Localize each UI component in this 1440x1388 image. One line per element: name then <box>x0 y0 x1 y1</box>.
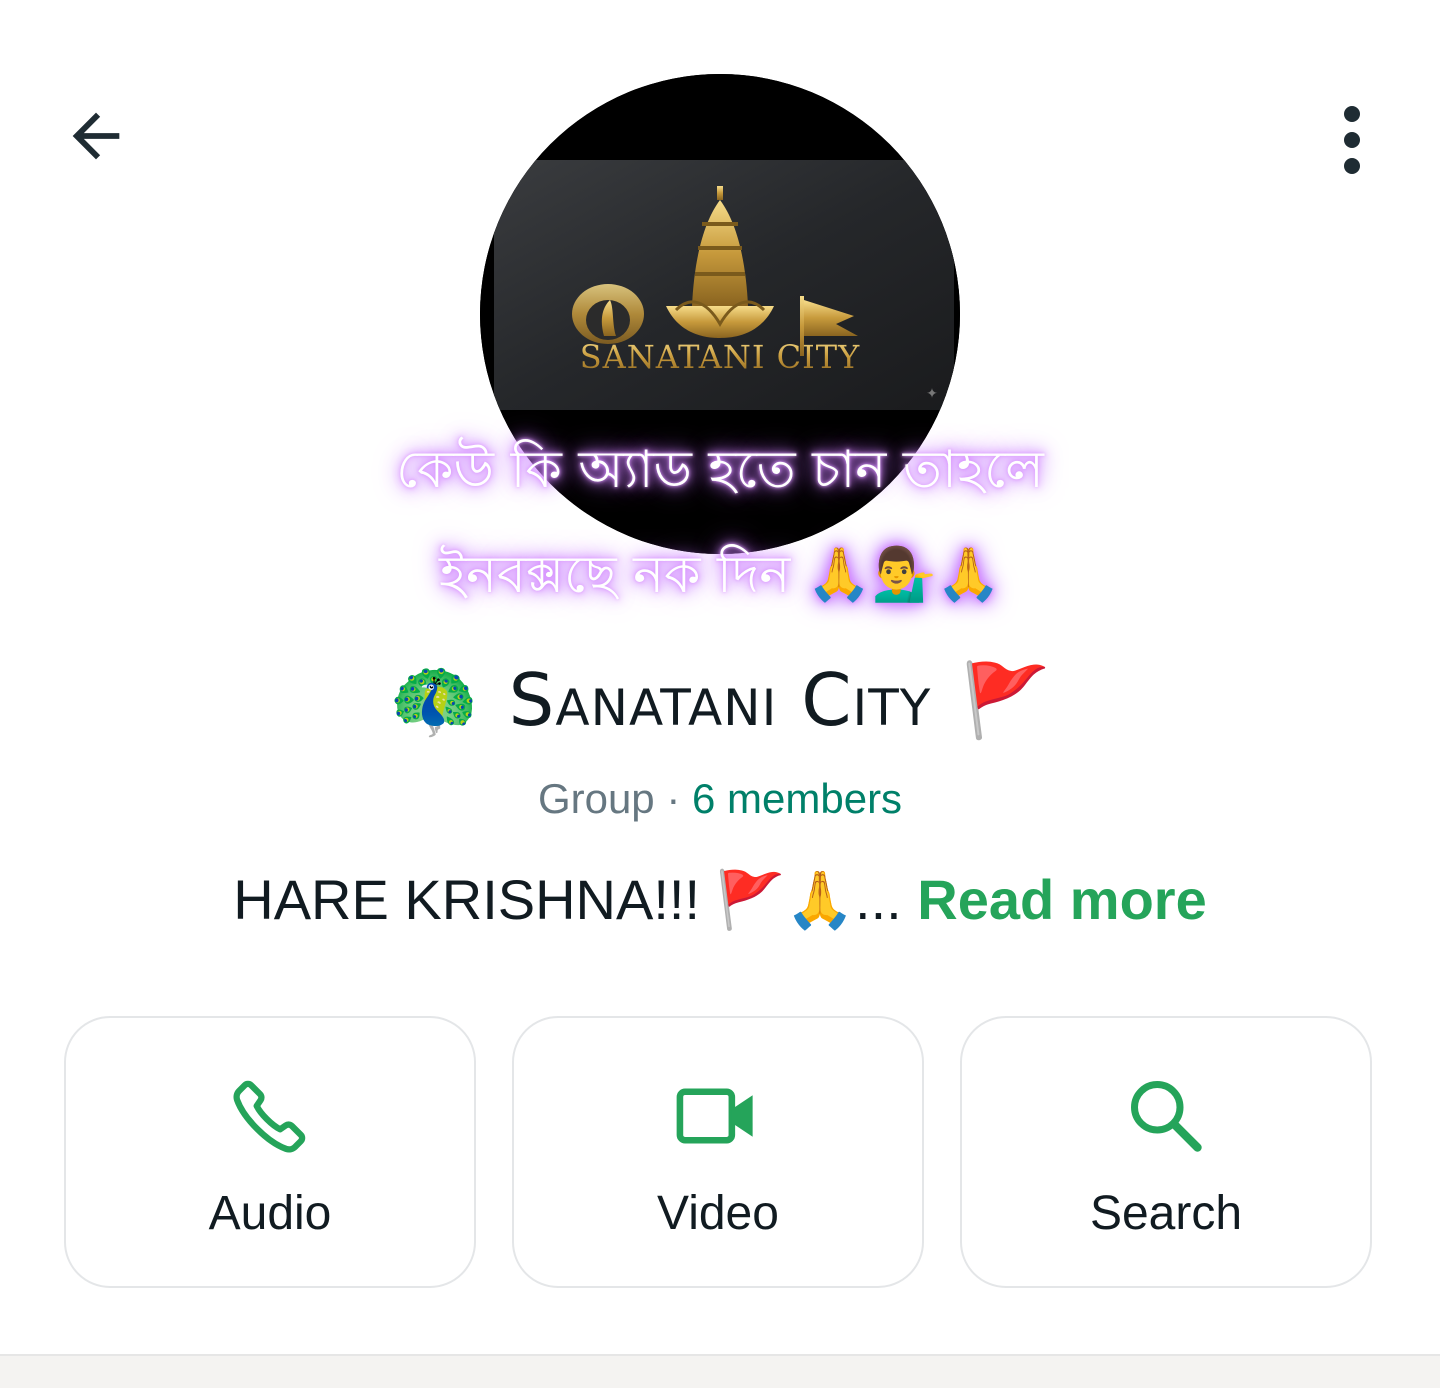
overlay-caption-line-2: ইনবক্সছে নক দিন 🙏💁‍♂️🙏 <box>438 545 1002 605</box>
section-divider <box>0 1354 1440 1388</box>
overlay-caption-line-1: কেউ কি অ্যাড হতে চান তাহলে <box>396 440 1044 500</box>
flag-emoji: 🚩 <box>961 660 1051 741</box>
audio-call-button[interactable]: Audio <box>64 1016 476 1288</box>
more-options-button[interactable] <box>1304 88 1400 192</box>
audio-label: Audio <box>208 1187 332 1240</box>
group-title[interactable]: 🦚 Sanatani City 🚩 <box>0 652 1440 748</box>
group-name: Sanatani City <box>508 658 932 742</box>
search-button[interactable]: Search <box>960 1016 1372 1288</box>
more-vertical-icon <box>1344 106 1360 174</box>
group-subtitle: Group · 6 members <box>0 772 1440 826</box>
logo-text: SANATANI CITY <box>580 338 861 376</box>
back-button[interactable] <box>48 88 144 184</box>
svg-text:✦: ✦ <box>926 386 938 402</box>
group-type-label: Group <box>537 775 655 822</box>
phone-icon <box>233 1080 306 1153</box>
members-count-link[interactable]: 6 members <box>692 775 902 822</box>
peacock-emblem <box>572 284 644 344</box>
arrow-left-icon <box>72 112 120 160</box>
video-label: Video <box>657 1187 779 1240</box>
read-more-link[interactable]: Read more <box>917 868 1206 931</box>
search-label: Search <box>1089 1187 1243 1240</box>
search-icon <box>1131 1081 1202 1152</box>
video-camera-icon <box>676 1088 753 1144</box>
group-info-screen: SANATANI CITY ✦ কেউ কি অ্যাড হতে চান তাহ… <box>0 0 1440 1388</box>
video-call-button[interactable]: Video <box>512 1016 924 1288</box>
peacock-emoji: 🦚 <box>389 660 479 741</box>
group-description: HARE KRISHNA!!! 🚩🙏... Read more <box>0 866 1440 934</box>
subtitle-separator: · <box>654 775 692 822</box>
description-text: HARE KRISHNA!!! 🚩🙏... <box>233 868 902 931</box>
